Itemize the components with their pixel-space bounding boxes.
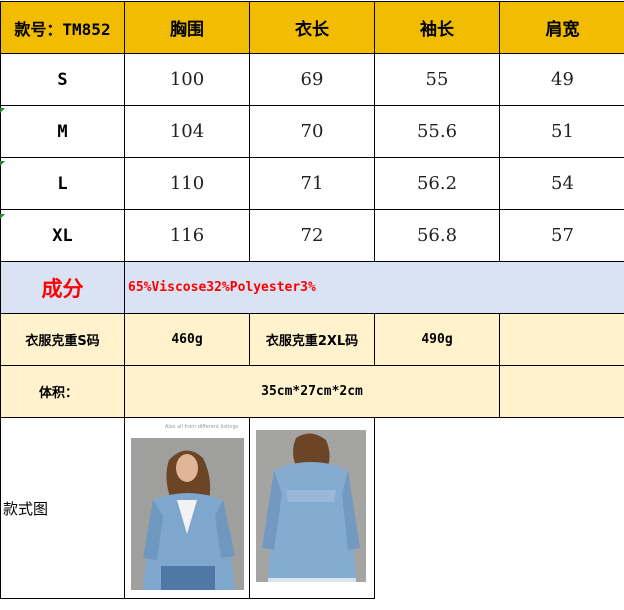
size-label: M (0, 105, 125, 158)
denim-jacket-back-photo (256, 430, 366, 582)
cell-marker (0, 108, 5, 113)
column-header-chest: 胸围 (124, 1, 250, 54)
size-chart-table: 款号：TM852 胸围 衣长 袖长 肩宽 S 100 69 55 49 M 10… (0, 1, 624, 599)
sleeve-value: 56.8 (374, 209, 500, 262)
weight-2xl-label: 衣服克重2XL码 (249, 313, 375, 366)
photo-caption: Also all from different listings (165, 424, 239, 430)
sleeve-value: 55.6 (374, 105, 500, 158)
weight-2xl-value: 490g (374, 313, 500, 366)
size-row-l: L 110 71 56.2 54 (0, 157, 624, 210)
volume-empty-cell (499, 365, 624, 418)
cell-marker (0, 214, 5, 219)
size-chart-sheet: 款号：TM852 胸围 衣长 袖长 肩宽 S 100 69 55 49 M 10… (0, 0, 624, 610)
weight-s-label: 衣服克重S码 (0, 313, 125, 366)
style-row: 款式图 Also all from different listings (0, 417, 624, 599)
sleeve-value: 56.2 (374, 157, 500, 210)
weight-row: 衣服克重S码 460g 衣服克重2XL码 490g (0, 313, 624, 366)
column-header-shoulder: 肩宽 (499, 1, 624, 54)
volume-label: 体积： (0, 365, 125, 418)
volume-value: 35cm*27cm*2cm (124, 365, 500, 418)
chest-value: 116 (124, 209, 250, 262)
size-label: L (0, 157, 125, 210)
style-photo-front-cell: Also all from different listings (124, 417, 250, 599)
shoulder-value: 54 (499, 157, 624, 210)
chest-value: 100 (124, 53, 250, 106)
volume-row: 体积： 35cm*27cm*2cm (0, 365, 624, 418)
style-empty-area (374, 417, 624, 599)
composition-label: 成分 (0, 261, 125, 314)
size-row-m: M 104 70 55.6 51 (0, 105, 624, 158)
shoulder-value: 57 (499, 209, 624, 262)
length-value: 71 (249, 157, 375, 210)
size-label: S (0, 53, 125, 106)
model-number: 款号：TM852 (0, 1, 125, 54)
composition-value: 65%Viscose32%Polyester3% (124, 261, 624, 314)
cell-marker (0, 161, 5, 166)
shoulder-value: 49 (499, 53, 624, 106)
composition-row: 成分 65%Viscose32%Polyester3% (0, 261, 624, 314)
style-photo-back-cell (249, 417, 375, 599)
denim-jacket-front-photo (131, 438, 244, 590)
sleeve-value: 55 (374, 53, 500, 106)
length-value: 72 (249, 209, 375, 262)
chest-value: 104 (124, 105, 250, 158)
column-header-sleeve: 袖长 (374, 1, 500, 54)
chest-value: 110 (124, 157, 250, 210)
column-header-length: 衣长 (249, 1, 375, 54)
weight-s-value: 460g (124, 313, 250, 366)
shoulder-value: 51 (499, 105, 624, 158)
size-row-xl: XL 116 72 56.8 57 (0, 209, 624, 262)
length-value: 70 (249, 105, 375, 158)
size-label: XL (0, 209, 125, 262)
size-row-s: S 100 69 55 49 (0, 53, 624, 106)
header-row: 款号：TM852 胸围 衣长 袖长 肩宽 (0, 1, 624, 54)
style-label: 款式图 (0, 417, 125, 599)
weight-empty-cell (499, 313, 624, 366)
length-value: 69 (249, 53, 375, 106)
